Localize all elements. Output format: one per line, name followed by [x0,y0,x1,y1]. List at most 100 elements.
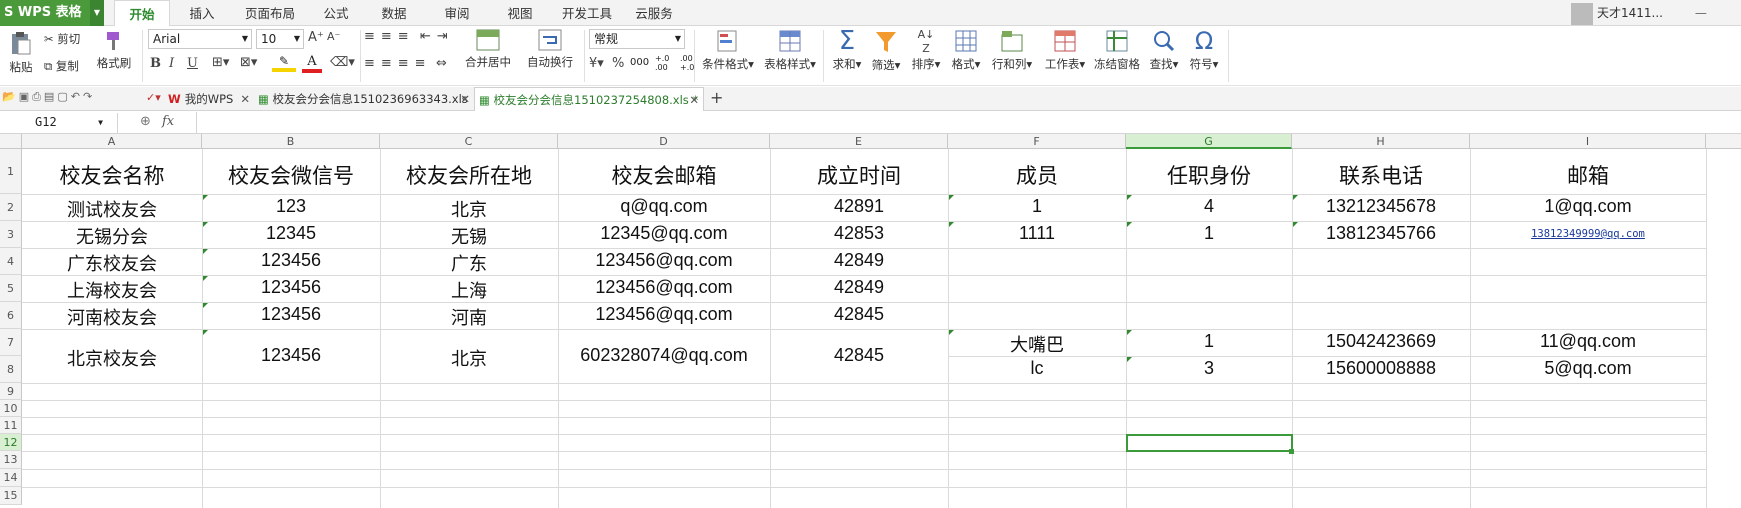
cell-e6[interactable]: 42845 [770,304,948,325]
new-tab-icon[interactable]: + [710,87,723,109]
cell-h7[interactable]: 15042423669 [1292,331,1470,352]
bold-button[interactable]: B [150,56,161,71]
cell-f2[interactable]: 1 [948,196,1126,217]
format-button[interactable]: 格式▾ [946,29,986,72]
row-header-14[interactable]: 14 [0,469,22,487]
currency-icon[interactable]: ¥▾ [589,56,604,71]
row-header-9[interactable]: 9 [0,383,22,400]
column-header-d[interactable]: D [558,134,770,149]
tab-data[interactable]: 数据 [374,0,414,26]
close-icon[interactable]: ✕ [460,87,470,111]
cell-b3[interactable]: 12345 [202,223,380,244]
tab-file-1[interactable]: ▦ 校友会分会信息1510236963343.xls ✕ [254,87,474,111]
row-header-6[interactable]: 6 [0,302,22,329]
app-menu-button[interactable]: S WPS 表格 ▼ [0,0,104,26]
cell-a7-merged[interactable]: 北京校友会 [22,345,202,371]
font-color-button[interactable]: A [302,54,322,73]
cell-e5[interactable]: 42849 [770,277,948,298]
row-header-12[interactable]: 12 [0,434,22,451]
fx-icon[interactable]: fx [162,114,174,129]
cell-c2[interactable]: 北京 [380,196,558,222]
increase-decimal-button[interactable]: +.0 .00 [655,54,679,72]
sort-button[interactable]: A↓ Z 排序▾ [906,26,946,72]
distribute-icon[interactable]: ⇔ [436,56,447,71]
cell-i8[interactable]: 5@qq.com [1470,358,1706,379]
row-header-1[interactable]: 1 [0,149,22,194]
row-header-5[interactable]: 5 [0,275,22,302]
header-cell[interactable]: 校友会微信号 [202,160,380,190]
row-header-4[interactable]: 4 [0,248,22,275]
header-cell[interactable]: 任职身份 [1126,160,1292,190]
cell-d4[interactable]: 123456@qq.com [558,250,770,271]
row-header-10[interactable]: 10 [0,400,22,417]
column-header-a[interactable]: A [22,134,202,149]
header-cell[interactable]: 邮箱 [1470,160,1706,190]
zoom-icon[interactable]: ⊕ [140,114,151,129]
cell-a6[interactable]: 河南校友会 [22,304,202,330]
vertical-align-icons[interactable]: ≡≡≡ [364,29,415,44]
column-header-b[interactable]: B [202,134,380,149]
cell-f8[interactable]: lc [948,358,1126,379]
cell-c7-merged[interactable]: 北京 [380,345,558,371]
cell-i7[interactable]: 11@qq.com [1470,331,1706,352]
fill-handle[interactable] [1289,449,1294,454]
underline-button[interactable]: U [187,56,198,71]
row-header-11[interactable]: 11 [0,417,22,434]
cell-c6[interactable]: 河南 [380,304,558,330]
row-col-button[interactable]: 行和列▾ [988,29,1036,72]
wrap-text-button[interactable]: 自动换行 [522,29,578,70]
cell-b2[interactable]: 123 [202,196,380,217]
row-header-8[interactable]: 8 [0,356,22,383]
cell-f7[interactable]: 大嘴巴 [948,331,1126,357]
italic-button[interactable]: I [169,56,174,71]
cut-button[interactable]: ✂ 剪切 [44,31,80,47]
horizontal-align-icons[interactable]: ≡≡≡≡ [364,56,432,71]
highlight-color-button[interactable]: ✎ [272,54,296,72]
cell-h3[interactable]: 13812345766 [1292,223,1470,244]
cell-b7-merged[interactable]: 123456 [202,345,380,366]
cell-b5[interactable]: 123456 [202,277,380,298]
row-header-7[interactable]: 7 [0,329,22,356]
paste-button[interactable]: 粘贴 [4,30,38,75]
header-cell[interactable]: 校友会名称 [22,160,202,190]
row-header-2[interactable]: 2 [0,194,22,221]
number-format-select[interactable]: 常规 ▼ [589,29,685,49]
cell-i3-link[interactable]: 13812349999@qq.com [1470,228,1706,240]
font-shrink-icon[interactable]: A⁻ [327,30,340,43]
header-cell[interactable]: 联系电话 [1292,160,1470,190]
column-header-c[interactable]: C [380,134,558,149]
tab-view[interactable]: 视图 [500,0,540,26]
cell-a5[interactable]: 上海校友会 [22,277,202,303]
close-icon[interactable]: ✕ [240,87,250,111]
selected-cell-g12[interactable] [1126,434,1293,452]
row-header-13[interactable]: 13 [0,451,22,469]
tab-developer[interactable]: 开发工具 [557,0,617,26]
cell-h2[interactable]: 13212345678 [1292,196,1470,217]
tab-page-layout[interactable]: 页面布局 [240,0,300,26]
cell-a2[interactable]: 测试校友会 [22,196,202,222]
cell-d3[interactable]: 12345@qq.com [558,223,770,244]
column-header-f[interactable]: F [948,134,1126,149]
tab-insert[interactable]: 插入 [182,0,222,26]
name-box[interactable]: G12 ▼ [2,113,118,133]
tab-review[interactable]: 审阅 [437,0,477,26]
format-painter-button[interactable]: 格式刷 [92,30,136,71]
tab-cloud[interactable]: 云服务 [632,0,676,26]
merge-center-button[interactable]: 合并居中 [460,29,516,70]
font-grow-icon[interactable]: A⁺ [308,30,324,45]
font-size-select[interactable]: 10 ▼ [256,29,304,49]
cell-d2[interactable]: q@qq.com [558,196,770,217]
column-header-g[interactable]: G [1126,134,1292,149]
thousands-button[interactable]: 000 [630,57,649,68]
select-all-corner[interactable] [0,134,22,149]
header-cell[interactable]: 成员 [948,160,1126,190]
quick-access-toolbar[interactable]: 📂▣⎙▤▢↶↷ [2,90,95,104]
clear-format-icon[interactable]: ⌫▾ [330,55,355,70]
cell-b4[interactable]: 123456 [202,250,380,271]
cell-e3[interactable]: 42853 [770,223,948,244]
header-cell[interactable]: 成立时间 [770,160,948,190]
header-cell[interactable]: 校友会邮箱 [558,160,770,190]
cell-b6[interactable]: 123456 [202,304,380,325]
header-cell[interactable]: 校友会所在地 [380,160,558,190]
border-icon[interactable]: ⊞▾ [212,55,229,70]
